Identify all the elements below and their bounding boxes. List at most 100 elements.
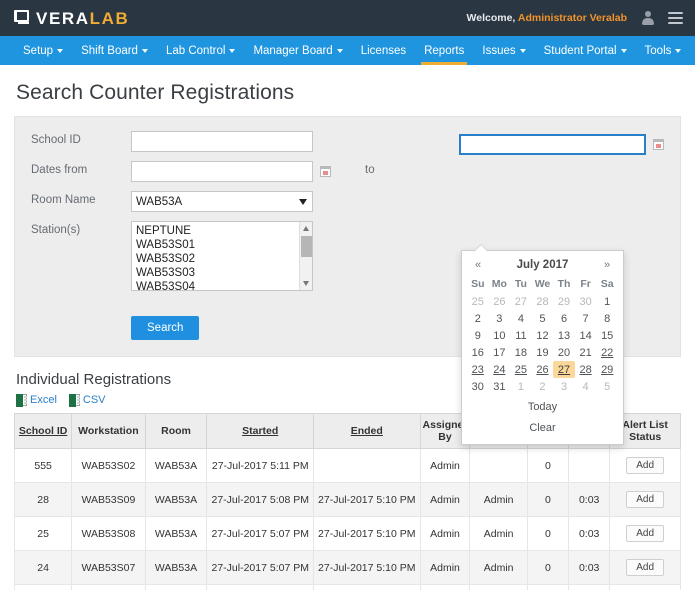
datepicker-day[interactable]: 16 — [467, 344, 489, 361]
datepicker-day[interactable]: 2 — [467, 310, 489, 327]
datepicker-day[interactable]: 23 — [467, 361, 489, 378]
datepicker-day[interactable]: 30 — [575, 293, 597, 310]
nav-item-issues[interactable]: Issues — [473, 36, 534, 65]
datepicker-month-title[interactable]: July 2017 — [489, 259, 596, 271]
user-icon[interactable] — [641, 11, 654, 25]
room-name-select-wrap: WAB53A — [131, 191, 313, 212]
column-header[interactable]: Ended — [313, 413, 421, 449]
datepicker-day[interactable]: 14 — [575, 327, 597, 344]
nav-item-lab-control[interactable]: Lab Control — [157, 36, 244, 65]
datepicker-day[interactable]: 31 — [489, 378, 511, 395]
cell-ended: 27-Jul-2017 5:10 PM — [313, 584, 421, 590]
calendar-icon-to[interactable] — [653, 139, 664, 150]
column-header[interactable]: Started — [206, 413, 314, 449]
scrollbar-thumb[interactable] — [301, 236, 312, 257]
chevron-down-icon — [336, 49, 343, 53]
datepicker-day[interactable]: 4 — [510, 310, 532, 327]
add-to-alert-list-button[interactable]: Add — [626, 525, 665, 542]
column-header-label: Room — [161, 425, 191, 437]
datepicker-day[interactable]: 1 — [510, 378, 532, 395]
datepicker-day[interactable]: 1 — [596, 293, 618, 310]
weekday-label: Su — [471, 278, 485, 290]
app-logo[interactable]: VERALAB — [14, 10, 129, 27]
datepicker-day[interactable]: 24 — [489, 361, 511, 378]
datepicker-next-month-button[interactable]: » — [596, 259, 618, 271]
nav-item-tools[interactable]: Tools — [636, 36, 691, 65]
calendar-icon-from[interactable] — [320, 166, 331, 177]
datepicker-day[interactable]: 29 — [596, 361, 618, 378]
datepicker-day[interactable]: 4 — [575, 378, 597, 395]
datepicker-day[interactable]: 29 — [553, 293, 575, 310]
datepicker-day[interactable]: 22 — [596, 344, 618, 361]
station-option[interactable]: WAB53S04 — [132, 280, 312, 290]
datepicker-day[interactable]: 12 — [532, 327, 554, 344]
datepicker-day[interactable]: 5 — [532, 310, 554, 327]
datepicker-grid: Su Mo Tu We Th Fr Sa 25 26 27 28 29 30 1 2 3 4 5 6 7… — [467, 275, 618, 395]
stations-scrollbar[interactable] — [299, 222, 312, 290]
nav-item-setup[interactable]: Setup — [14, 36, 72, 65]
datepicker-day[interactable]: 15 — [596, 327, 618, 344]
cell-assigned-by: Admin — [419, 448, 471, 483]
datepicker-day[interactable]: 11 — [510, 327, 532, 344]
datepicker-header: « July 2017 » — [467, 255, 618, 275]
datepicker-day[interactable]: 2 — [532, 378, 554, 395]
stations-listbox[interactable]: NEPTUNE WAB53S01 WAB53S02 WAB53S03 WAB53… — [131, 221, 313, 291]
nav-item-manager-board[interactable]: Manager Board — [244, 36, 351, 65]
welcome-prefix: Welcome, — [466, 12, 516, 24]
datepicker-day[interactable]: 6 — [553, 310, 575, 327]
datepicker-day[interactable]: 25 — [510, 361, 532, 378]
cell-workstation: WAB53S02 — [71, 448, 146, 483]
room-name-select[interactable]: WAB53A — [131, 191, 313, 212]
add-to-alert-list-button[interactable]: Add — [626, 559, 665, 576]
scroll-down-arrow-icon[interactable] — [303, 281, 309, 286]
datepicker-day[interactable]: 26 — [532, 361, 554, 378]
nav-item-shift-board[interactable]: Shift Board — [72, 36, 157, 65]
station-option[interactable]: WAB53S03 — [132, 266, 312, 280]
add-to-alert-list-button[interactable]: Add — [626, 491, 665, 508]
datepicker-day[interactable]: 3 — [553, 378, 575, 395]
datepicker-day[interactable]: 19 — [532, 344, 554, 361]
datepicker-day[interactable]: 5 — [596, 378, 618, 395]
station-option[interactable]: WAB53S01 — [132, 238, 312, 252]
datepicker-clear-button[interactable]: Clear — [467, 416, 618, 437]
datepicker-day[interactable]: 28 — [575, 361, 597, 378]
datepicker-day[interactable]: 26 — [489, 293, 511, 310]
nav-item-licenses[interactable]: Licenses — [352, 36, 415, 65]
dates-to-label: to — [365, 164, 375, 176]
scroll-up-arrow-icon[interactable] — [303, 226, 309, 231]
datepicker-day[interactable]: 27 — [510, 293, 532, 310]
datepicker-day[interactable]: 9 — [467, 327, 489, 344]
datepicker-day[interactable]: 18 — [510, 344, 532, 361]
dates-to-input[interactable] — [459, 134, 646, 155]
search-button[interactable]: Search — [131, 316, 200, 340]
room-name-label: Room Name — [31, 194, 96, 206]
datepicker-day[interactable]: 28 — [532, 293, 554, 310]
add-to-alert-list-button[interactable]: Add — [626, 457, 665, 474]
export-csv-link[interactable]: CSV — [68, 394, 106, 407]
datepicker-day[interactable]: 20 — [553, 344, 575, 361]
datepicker-day[interactable]: 30 — [467, 378, 489, 395]
datepicker-day[interactable]: 25 — [467, 293, 489, 310]
school-id-input[interactable] — [131, 131, 313, 152]
datepicker-prev-month-button[interactable]: « — [467, 259, 489, 271]
datepicker-day[interactable]: 27 — [553, 361, 575, 378]
datepicker-day[interactable]: 10 — [489, 327, 511, 344]
datepicker-day[interactable]: 17 — [489, 344, 511, 361]
datepicker-day[interactable]: 8 — [596, 310, 618, 327]
export-excel-link[interactable]: Excel — [16, 394, 57, 407]
nav-item-student-portal[interactable]: Student Portal — [535, 36, 636, 65]
hamburger-icon[interactable] — [668, 12, 683, 24]
datepicker-day[interactable]: 13 — [553, 327, 575, 344]
station-option[interactable]: NEPTUNE — [132, 224, 312, 238]
station-option[interactable]: WAB53S02 — [132, 252, 312, 266]
datepicker-today-button[interactable]: Today — [467, 395, 618, 416]
cell-started: 27-Jul-2017 5:07 PM — [206, 584, 314, 590]
nav-item-reports[interactable]: Reports — [415, 36, 473, 65]
datepicker-week-row: 16 17 18 19 20 21 22 — [467, 344, 618, 361]
datepicker-day[interactable]: 3 — [489, 310, 511, 327]
column-header[interactable]: School ID — [13, 413, 73, 449]
dates-from-input[interactable] — [131, 161, 313, 182]
datepicker-day[interactable]: 7 — [575, 310, 597, 327]
datepicker-day[interactable]: 21 — [575, 344, 597, 361]
cell-room: WAB53A — [144, 448, 208, 483]
